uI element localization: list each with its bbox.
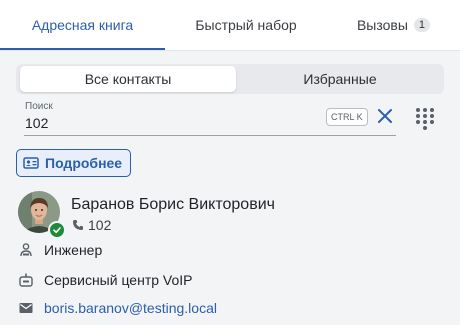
contact-extension-number: 102 [88,217,112,233]
search-input[interactable] [25,114,315,132]
person-icon [18,242,34,258]
contacts-filter-segmented-control: Все контакты Избранные [16,64,444,94]
search-label: Поиск [25,101,53,112]
contact-position-row: Инженер [18,242,102,258]
email-icon [18,300,34,316]
tab-calls-label: Вызовы [356,17,408,33]
main-tabs: Адресная книга Быстрый набор Вызовы 1 [0,0,460,51]
tab-address-book[interactable]: Адресная книга [0,0,165,50]
address-book-content: Все контакты Избранные Поиск CTRL K [0,51,460,325]
tab-speed-dial[interactable]: Быстрый набор [165,0,327,50]
search-shortcut-hint: CTRL K [326,108,368,126]
details-button[interactable]: Подробнее [16,149,132,177]
calls-count-badge: 1 [413,18,431,32]
dialpad-icon [416,108,434,130]
contact-card-icon [23,157,39,169]
tab-address-book-label: Адресная книга [31,17,134,33]
contact-department: Сервисный центр VoIP [44,272,193,288]
contact-department-row: Сервисный центр VoIP [18,272,193,288]
clear-search-button[interactable] [374,105,396,127]
close-icon [378,109,392,123]
segment-all-contacts[interactable]: Все контакты [20,66,236,92]
active-tab-indicator [0,48,165,50]
phone-icon [73,220,83,230]
search-underline [24,135,396,136]
online-status-icon [48,221,66,239]
contact-email-row: boris.baranov@testing.local [18,300,217,316]
dialpad-button[interactable] [414,106,436,130]
contact-name: Баранов Борис Викторович [71,196,275,213]
contact-email-link[interactable]: boris.baranov@testing.local [44,300,217,316]
segment-favorites[interactable]: Избранные [236,66,444,92]
tab-speed-dial-label: Быстрый набор [195,17,297,33]
contact-position: Инженер [44,242,103,258]
address-book-panel: Адресная книга Быстрый набор Вызовы 1 Вс… [0,0,460,325]
department-icon [18,272,34,288]
tab-calls[interactable]: Вызовы 1 [327,0,460,50]
details-button-label: Подробнее [45,155,123,171]
contact-extension[interactable]: 102 [72,217,111,233]
